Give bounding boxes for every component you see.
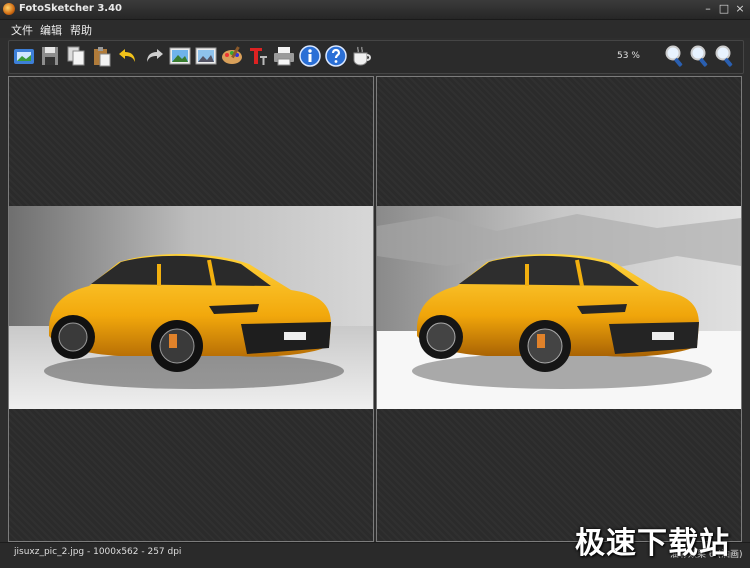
menu-file[interactable]: 文件	[11, 22, 33, 38]
help-button[interactable]	[324, 44, 348, 68]
toolbar: 53 %	[8, 40, 744, 74]
undo-arrow-icon	[119, 49, 135, 62]
app-logo-icon	[3, 3, 15, 15]
minimize-button[interactable]: –	[700, 2, 716, 16]
close-button[interactable]: ×	[732, 2, 748, 16]
add-text-button[interactable]	[246, 44, 270, 68]
help-icon	[325, 45, 347, 67]
copy-icon	[67, 46, 85, 66]
folder-photo-icon	[14, 49, 34, 64]
paste-button[interactable]	[90, 44, 114, 68]
redo-button[interactable]	[142, 44, 166, 68]
copy-button[interactable]	[64, 44, 88, 68]
print-button[interactable]	[272, 44, 296, 68]
original-image-button[interactable]	[168, 44, 192, 68]
menu-help[interactable]: 帮助	[70, 22, 92, 38]
drawing-parameters-button[interactable]	[220, 44, 244, 68]
menu-edit[interactable]: 编辑	[40, 22, 62, 38]
magnifier-icon	[715, 45, 733, 67]
magnifier-icon	[690, 45, 708, 67]
floppy-disk-icon	[42, 47, 58, 65]
save-button[interactable]	[38, 44, 62, 68]
coffee-cup-icon	[353, 46, 371, 66]
donate-button[interactable]	[350, 44, 374, 68]
site-watermark: 极速下载站	[575, 526, 730, 561]
zoom-level: 53 %	[617, 51, 640, 61]
zoom-fit-button[interactable]	[713, 44, 737, 68]
result-image-pane[interactable]	[376, 76, 742, 542]
printer-icon	[274, 47, 294, 66]
text-tool-icon	[250, 48, 267, 65]
palette-icon	[222, 46, 242, 64]
landscape-image-icon	[169, 47, 191, 65]
original-photo	[9, 206, 373, 409]
info-button[interactable]	[298, 44, 322, 68]
zoom-out-button[interactable]	[688, 44, 712, 68]
info-icon	[299, 45, 321, 67]
sketched-photo	[377, 206, 741, 409]
maximize-button[interactable]: □	[716, 2, 732, 16]
menu-bar: 文件 编辑 帮助	[0, 20, 750, 38]
window-title: FotoSketcher 3.40	[19, 3, 123, 14]
undo-button[interactable]	[116, 44, 140, 68]
title-bar: FotoSketcher 3.40 – □ ×	[0, 0, 750, 20]
result-image-button[interactable]	[194, 44, 218, 68]
file-info: jisuxz_pic_2.jpg - 1000x562 - 257 dpi	[14, 547, 182, 557]
landscape-image-icon	[195, 47, 217, 65]
zoom-in-button[interactable]	[663, 44, 687, 68]
original-image-pane[interactable]	[8, 76, 374, 542]
paste-icon	[94, 47, 111, 67]
magnifier-icon	[665, 45, 683, 67]
open-image-button[interactable]	[12, 44, 36, 68]
redo-arrow-icon	[147, 49, 163, 62]
